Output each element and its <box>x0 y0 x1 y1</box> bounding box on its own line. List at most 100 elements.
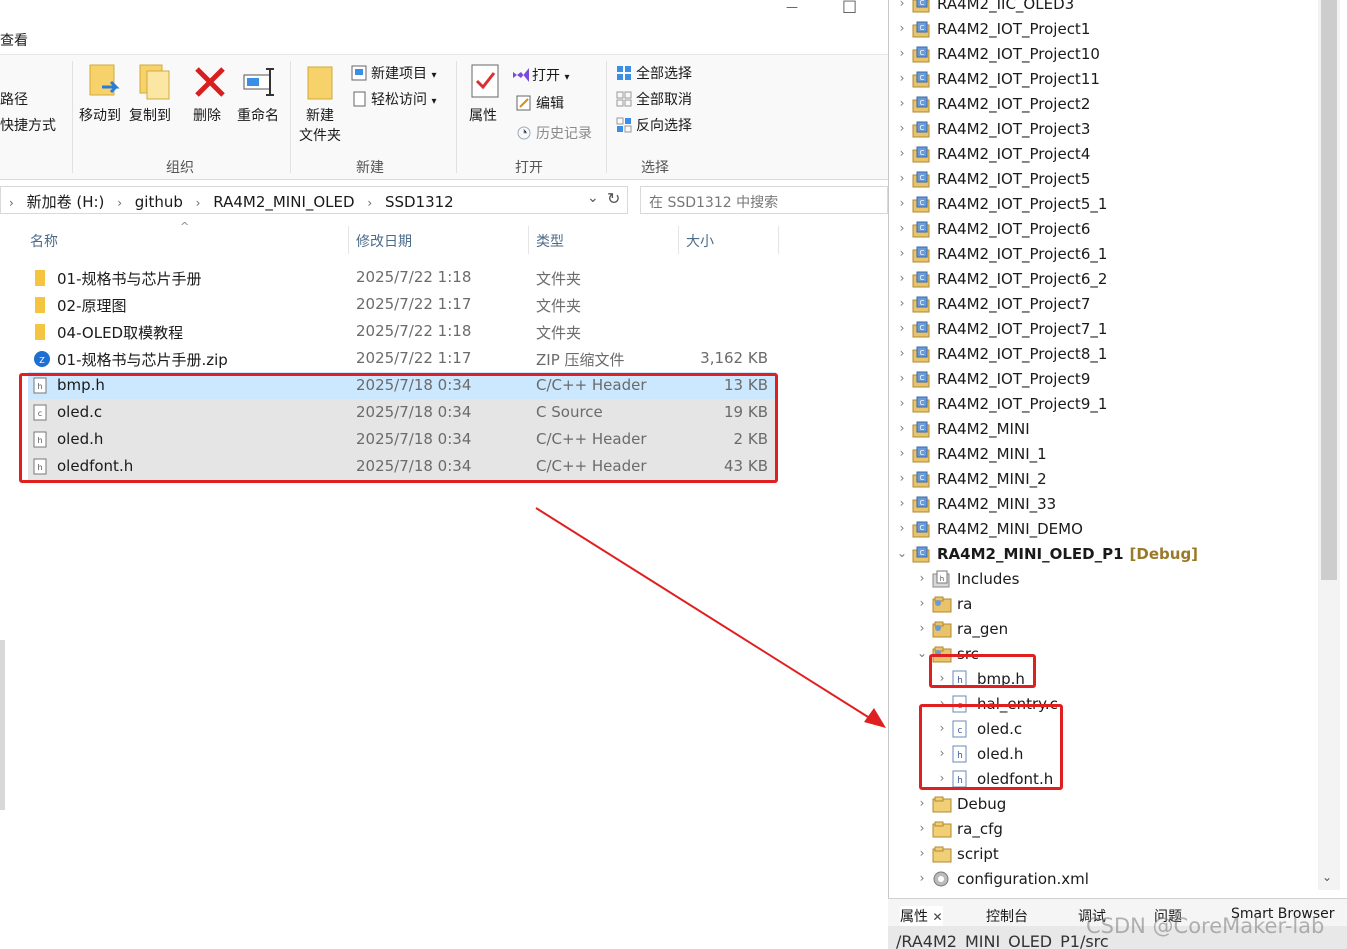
chevron-right-icon[interactable]: › <box>896 196 908 210</box>
tree-project[interactable]: › C RA4M2_IOT_Project11 <box>896 68 1316 93</box>
delete-button[interactable]: 删除 <box>193 107 221 125</box>
chevron-right-icon[interactable]: › <box>896 396 908 410</box>
history-button[interactable]: 历史记录 <box>516 125 592 143</box>
chevron-right-icon[interactable]: › <box>896 221 908 235</box>
search-input[interactable]: 在 SSD1312 中搜索 <box>640 186 888 214</box>
select-all-button[interactable]: 全部选择 <box>616 65 692 83</box>
paste-shortcut-button[interactable]: 快捷方式 <box>0 117 56 135</box>
edit-button[interactable]: 编辑 <box>516 95 564 113</box>
column-name[interactable]: 名称 <box>30 231 58 251</box>
column-size[interactable]: 大小 <box>686 231 714 251</box>
breadcrumb-drive[interactable]: 新加卷 (H:) <box>27 193 105 211</box>
chevron-right-icon[interactable]: › <box>916 846 928 860</box>
tree-project[interactable]: › C RA4M2_MINI_33 <box>896 493 1316 518</box>
file-row[interactable]: 01-规格书与芯片手册 2025/7/22 1:18 文件夹 <box>28 264 776 291</box>
breadcrumb-folder[interactable]: SSD1312 <box>385 193 454 211</box>
chevron-right-icon[interactable]: › <box>916 796 928 810</box>
chevron-right-icon[interactable]: › <box>916 571 928 585</box>
tree-project[interactable]: › C RA4M2_IOT_Project5_1 <box>896 193 1316 218</box>
chevron-right-icon[interactable]: › <box>896 0 908 10</box>
tree-project[interactable]: › C RA4M2_IOT_Project1 <box>896 18 1316 43</box>
tree-project[interactable]: › C RA4M2_MINI <box>896 418 1316 443</box>
invert-selection-button[interactable]: 反向选择 <box>616 117 692 135</box>
chevron-right-icon[interactable]: › <box>896 371 908 385</box>
scrollbar[interactable] <box>0 640 5 810</box>
tree-project[interactable]: › C RA4M2_IOT_Project2 <box>896 93 1316 118</box>
move-to-button[interactable]: 移动到 <box>79 107 121 125</box>
copy-to-button[interactable]: 复制到 <box>129 107 171 125</box>
tree-project-open[interactable]: ⌄ C RA4M2_MINI_OLED_P1 [Debug] <box>896 543 1316 568</box>
breadcrumb-repo[interactable]: RA4M2_MINI_OLED <box>213 193 354 211</box>
chevron-right-icon[interactable]: › <box>896 346 908 360</box>
file-row[interactable]: 04-OLED取模教程 2025/7/22 1:18 文件夹 <box>28 318 776 345</box>
tree-scrollbar[interactable]: ⌄ <box>1318 0 1340 890</box>
tree-project[interactable]: › C RA4M2_IOT_Project9 <box>896 368 1316 393</box>
properties-button[interactable]: 属性 <box>469 107 497 125</box>
scrollbar-thumb[interactable] <box>1321 0 1337 580</box>
tree-project[interactable]: › C RA4M2_IOT_Project5 <box>896 168 1316 193</box>
chevron-right-icon[interactable]: › <box>896 146 908 160</box>
rename-button[interactable]: 重命名 <box>237 107 279 125</box>
chevron-right-icon[interactable]: › <box>896 296 908 310</box>
chevron-right-icon[interactable]: › <box>896 446 908 460</box>
tree-project[interactable]: › C RA4M2_IOT_Project7_1 <box>896 318 1316 343</box>
chevron-right-icon[interactable]: › <box>896 246 908 260</box>
file-row[interactable]: Z 01-规格书与芯片手册.zip 2025/7/22 1:17 ZIP 压缩文… <box>28 345 776 372</box>
new-folder-button-line2[interactable]: 文件夹 <box>299 127 341 145</box>
chevron-right-icon[interactable]: › <box>896 46 908 60</box>
chevron-right-icon[interactable]: › <box>916 621 928 635</box>
chevron-right-icon[interactable]: › <box>916 821 928 835</box>
tree-project[interactable]: › C RA4M2_IOT_Project10 <box>896 43 1316 68</box>
tab-console[interactable]: 控制台 <box>986 906 1028 926</box>
chevron-down-icon[interactable]: ⌄ <box>896 546 908 560</box>
tree-item[interactable]: › ra_cfg <box>916 818 1316 843</box>
chevron-right-icon[interactable]: › <box>896 21 908 35</box>
tree-project[interactable]: › C RA4M2_MINI_2 <box>896 468 1316 493</box>
chevron-right-icon[interactable]: › <box>896 321 908 335</box>
minimize-button[interactable]: — <box>786 0 798 14</box>
tree-project[interactable]: › C RA4M2_MINI_DEMO <box>896 518 1316 543</box>
tree-project[interactable]: › C RA4M2_IOT_Project6 <box>896 218 1316 243</box>
open-button[interactable]: 打开 ▾ <box>512 67 569 87</box>
chevron-right-icon[interactable]: › <box>896 171 908 185</box>
tree-item[interactable]: › ra_gen <box>916 618 1316 643</box>
chevron-right-icon[interactable]: › <box>896 71 908 85</box>
chevron-down-icon[interactable]: ⌄ <box>1322 870 1332 884</box>
chevron-right-icon[interactable]: › <box>896 521 908 535</box>
chevron-right-icon[interactable]: › <box>896 421 908 435</box>
breadcrumb-github[interactable]: github <box>135 193 183 211</box>
tree-project[interactable]: › C RA4M2_IOT_Project3 <box>896 118 1316 143</box>
select-none-button[interactable]: 全部取消 <box>616 91 692 109</box>
maximize-button[interactable]: □ <box>842 0 857 15</box>
new-item-button[interactable]: 新建项目 ▾ <box>351 65 436 85</box>
chevron-right-icon[interactable]: › <box>916 596 928 610</box>
easy-access-button[interactable]: 轻松访问 ▾ <box>351 91 436 111</box>
chevron-right-icon[interactable]: › <box>916 871 928 885</box>
column-type[interactable]: 类型 <box>536 231 564 251</box>
tree-item[interactable]: › configuration.xml <box>916 868 1316 893</box>
history-dropdown-icon[interactable]: ⌄ <box>587 190 599 206</box>
tree-project[interactable]: › C RA4M2_IIC_OLED3 <box>896 0 1316 18</box>
refresh-icon[interactable]: ↻ <box>607 189 620 208</box>
tab-properties[interactable]: 属性 ✕ <box>900 906 943 926</box>
tree-item[interactable]: › ra <box>916 593 1316 618</box>
tree-item[interactable]: › h Includes <box>916 568 1316 593</box>
chevron-down-icon[interactable]: ⌄ <box>916 646 928 660</box>
ribbon-tab-view[interactable]: 查看 <box>0 30 28 50</box>
file-row[interactable]: 02-原理图 2025/7/22 1:17 文件夹 <box>28 291 776 318</box>
chevron-right-icon[interactable]: › <box>896 121 908 135</box>
new-folder-button-line1[interactable]: 新建 <box>306 107 334 125</box>
column-date[interactable]: 修改日期 <box>356 231 412 251</box>
tree-project[interactable]: › C RA4M2_IOT_Project8_1 <box>896 343 1316 368</box>
tree-project[interactable]: › C RA4M2_IOT_Project6_2 <box>896 268 1316 293</box>
chevron-right-icon[interactable]: › <box>896 496 908 510</box>
tree-item[interactable]: › script <box>916 843 1316 868</box>
tree-project[interactable]: › C RA4M2_MINI_1 <box>896 443 1316 468</box>
tree-project[interactable]: › C RA4M2_IOT_Project4 <box>896 143 1316 168</box>
chevron-right-icon[interactable]: › <box>896 471 908 485</box>
tree-project[interactable]: › C RA4M2_IOT_Project6_1 <box>896 243 1316 268</box>
chevron-right-icon[interactable]: › <box>896 271 908 285</box>
chevron-right-icon[interactable]: › <box>896 96 908 110</box>
tree-project[interactable]: › C RA4M2_IOT_Project9_1 <box>896 393 1316 418</box>
tree-item[interactable]: › Debug <box>916 793 1316 818</box>
